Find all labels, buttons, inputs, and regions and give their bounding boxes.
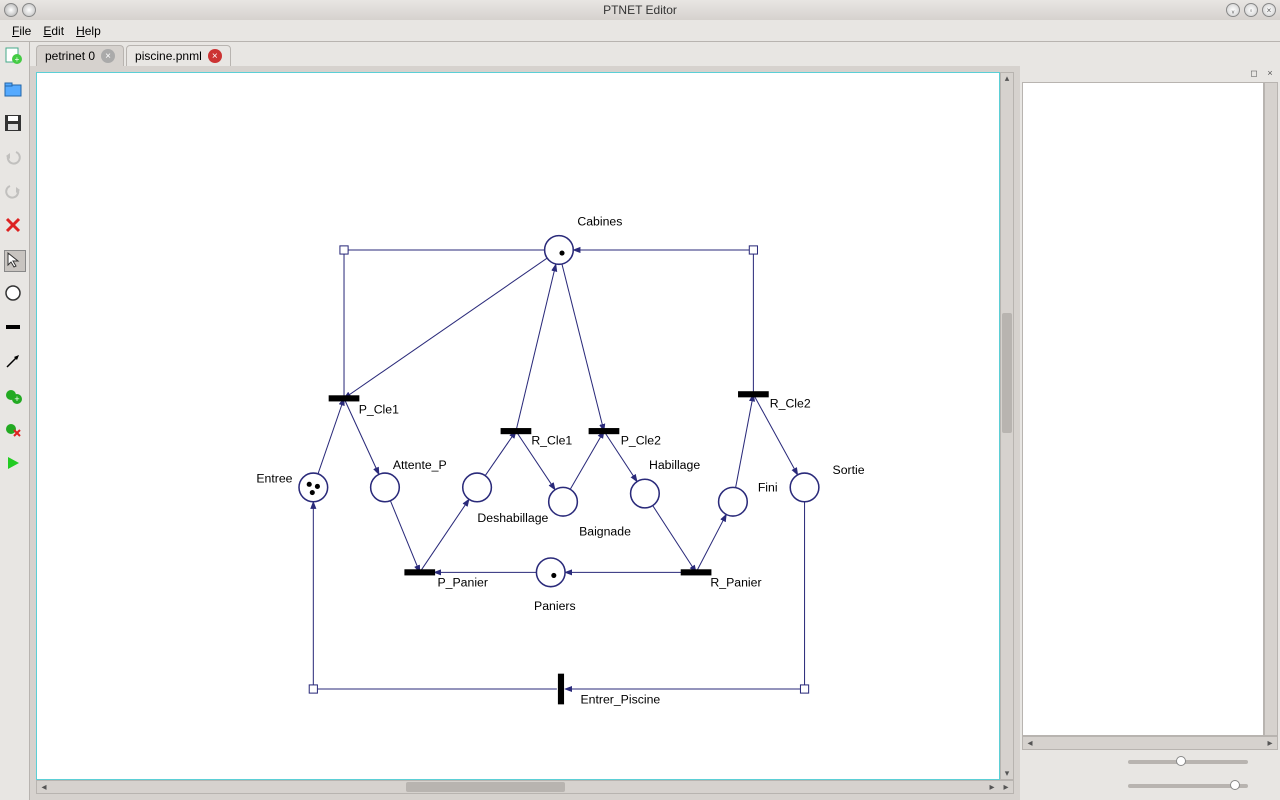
place-label: Habillage: [649, 458, 700, 472]
scroll-left-icon[interactable]: ◂: [37, 782, 51, 793]
menu-edit[interactable]: Edit: [37, 22, 70, 40]
place-label: Baignade: [579, 525, 631, 539]
new-button[interactable]: +: [4, 46, 26, 68]
place-Sortie[interactable]: [790, 473, 819, 502]
place-label: Entree: [256, 471, 292, 485]
transition-P_Cle1[interactable]: [329, 395, 360, 401]
tab-close-icon[interactable]: ×: [101, 49, 115, 63]
side-panel: ◻ × ◂ ▸: [1020, 66, 1280, 800]
transition-label: Entrer_Piscine: [580, 692, 660, 706]
place-label: Attente_P: [393, 458, 447, 472]
svg-text:+: +: [14, 55, 19, 64]
place-label: Paniers: [534, 599, 576, 613]
menubar: File Edit Help: [0, 20, 1280, 42]
scroll-right-icon[interactable]: ▸: [985, 782, 999, 793]
transition-Entrer_Piscine[interactable]: [558, 674, 564, 705]
place-Attente_P[interactable]: [371, 473, 400, 502]
place-Entree[interactable]: [299, 473, 328, 502]
menu-file[interactable]: File: [6, 22, 37, 40]
place-label: Sortie: [833, 463, 865, 477]
tab-piscine[interactable]: piscine.pnml ×: [126, 45, 231, 66]
panel-close-icon[interactable]: ×: [1264, 68, 1276, 80]
close-button[interactable]: ×: [1262, 3, 1276, 17]
pointer-tool[interactable]: [4, 250, 26, 272]
toolbox: + +: [0, 42, 30, 800]
app-icon: [4, 3, 18, 17]
panel-detach-icon[interactable]: ◻: [1248, 68, 1260, 80]
add-token-button[interactable]: +: [4, 386, 26, 408]
place-Cabines[interactable]: [545, 236, 574, 265]
delete-button[interactable]: [4, 216, 26, 238]
transition-label: R_Panier: [710, 576, 761, 590]
tab-label: piscine.pnml: [135, 49, 202, 63]
place-tool[interactable]: [4, 284, 26, 306]
transition-R_Cle1[interactable]: [501, 428, 532, 434]
transition-label: P_Cle1: [359, 403, 399, 417]
tab-close-icon[interactable]: ×: [208, 49, 222, 63]
canvas[interactable]: Cabines Entree Attente_P Deshabillage Baigna…: [36, 72, 1000, 780]
tab-petrinet-0[interactable]: petrinet 0 ×: [36, 45, 124, 66]
transition-label: P_Cle2: [621, 433, 661, 447]
zoom-slider-row-2: [1022, 774, 1278, 798]
maximize-button[interactable]: ◦: [1244, 3, 1258, 17]
zoom-slider-row: [1022, 750, 1278, 774]
transition-R_Panier[interactable]: [681, 569, 712, 575]
place-label: Deshabillage: [477, 511, 548, 525]
canvas-vertical-scrollbar[interactable]: ▴ ▾: [1000, 72, 1014, 780]
window-title: PTNET Editor: [603, 3, 677, 17]
zoom-slider-2[interactable]: [1128, 784, 1248, 788]
place-label: Cabines: [577, 214, 622, 228]
transition-label: R_Cle1: [531, 433, 572, 447]
undo-button[interactable]: [4, 148, 26, 170]
transition-R_Cle2[interactable]: [738, 391, 769, 397]
transition-label: R_Cle2: [770, 397, 811, 411]
place-Fini[interactable]: [719, 487, 748, 516]
minimize-button[interactable]: ᵥ: [1226, 3, 1240, 17]
run-button[interactable]: [4, 454, 26, 476]
menu-help[interactable]: Help: [70, 22, 107, 40]
tab-label: petrinet 0: [45, 49, 95, 63]
transition-label: P_Panier: [438, 576, 488, 590]
transition-P_Cle2[interactable]: [589, 428, 620, 434]
place-Deshabillage[interactable]: [463, 473, 492, 502]
svg-text:+: +: [14, 394, 19, 404]
scroll-right-icon[interactable]: ▸: [999, 782, 1013, 793]
place-Paniers[interactable]: [536, 558, 565, 587]
app-icon-2: [22, 3, 36, 17]
tab-bar: petrinet 0 × piscine.pnml ×: [30, 42, 1280, 66]
transition-P_Panier[interactable]: [404, 569, 435, 575]
zoom-slider[interactable]: [1128, 760, 1248, 764]
remove-token-button[interactable]: [4, 420, 26, 442]
open-button[interactable]: [4, 80, 26, 102]
scrollbar-thumb[interactable]: [406, 782, 565, 792]
arc-tool[interactable]: [4, 352, 26, 374]
scrollbar-thumb[interactable]: [1002, 313, 1012, 433]
transition-tool[interactable]: [4, 318, 26, 340]
side-panel-content: [1022, 82, 1264, 736]
canvas-horizontal-scrollbar[interactable]: ◂ ▸ ▸: [36, 780, 1014, 794]
zoom-slider-thumb[interactable]: [1176, 756, 1186, 766]
save-button[interactable]: [4, 114, 26, 136]
place-Habillage[interactable]: [631, 479, 660, 508]
place-Baignade[interactable]: [549, 487, 578, 516]
panel-horizontal-scrollbar[interactable]: ◂ ▸: [1022, 736, 1278, 750]
panel-vertical-scrollbar[interactable]: [1264, 82, 1278, 736]
redo-button[interactable]: [4, 182, 26, 204]
titlebar: PTNET Editor ᵥ ◦ ×: [0, 0, 1280, 20]
zoom-slider-thumb[interactable]: [1230, 780, 1240, 790]
place-label: Fini: [758, 480, 778, 494]
